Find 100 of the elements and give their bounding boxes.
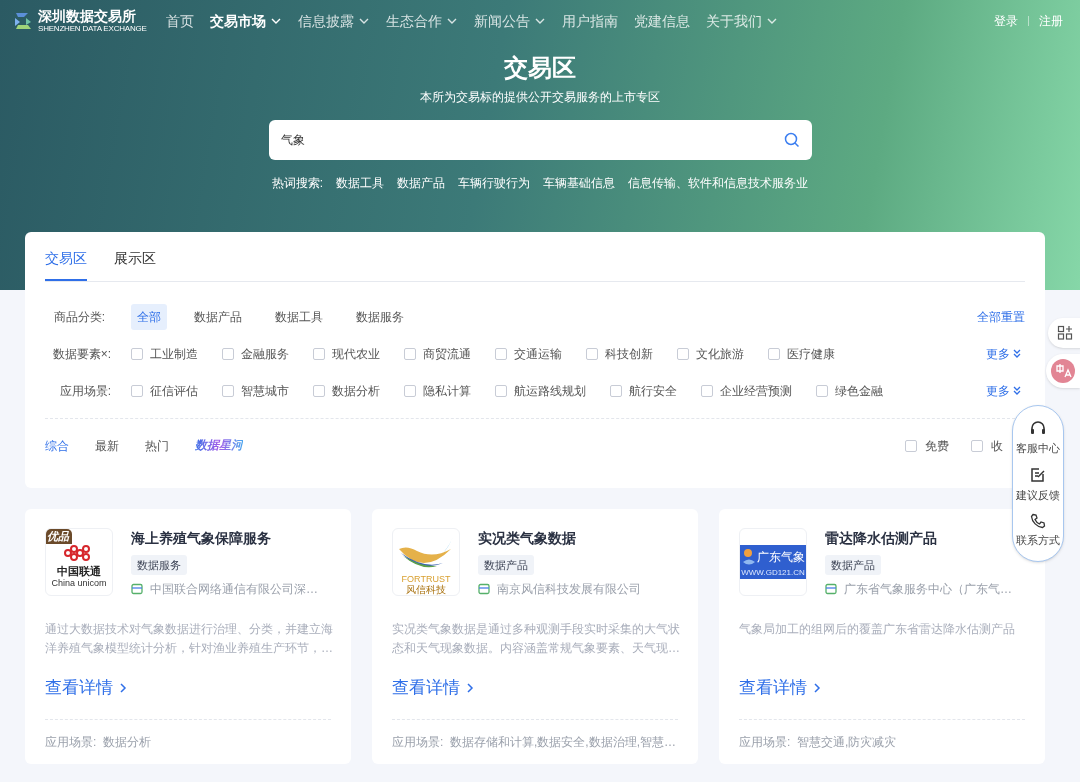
apps-icon bbox=[1057, 325, 1073, 341]
sort-option[interactable]: 热门 bbox=[145, 436, 169, 456]
logo-subtitle: SHENZHEN DATA EXCHANGE bbox=[38, 25, 147, 33]
category-option[interactable]: 数据服务 bbox=[350, 304, 410, 330]
checkbox[interactable] bbox=[971, 440, 983, 452]
more-link[interactable]: 更多 bbox=[986, 382, 1022, 400]
nav-link[interactable]: 首页 bbox=[166, 10, 194, 32]
chevron-right-icon bbox=[466, 681, 474, 694]
option-label[interactable]: 隐私计算 bbox=[423, 382, 471, 400]
logo-icon bbox=[12, 10, 34, 32]
application-scenes: 应用场景: 数据存储和计算,数据安全,数据治理,智慧… bbox=[392, 733, 677, 751]
option-label[interactable]: 金融服务 bbox=[241, 345, 289, 363]
checkbox[interactable] bbox=[816, 385, 828, 397]
shop-icon bbox=[131, 583, 143, 595]
hot-word-link[interactable]: 车辆基础信息 bbox=[543, 174, 616, 192]
checkbox[interactable] bbox=[768, 348, 780, 360]
option-label[interactable]: 数据分析 bbox=[332, 382, 380, 400]
option-label[interactable]: 征信评估 bbox=[150, 382, 198, 400]
chevron-right-icon bbox=[119, 681, 127, 694]
more-link[interactable]: 更多 bbox=[986, 345, 1022, 363]
filter-label: 数据要素×: bbox=[51, 346, 112, 363]
headset-icon bbox=[1029, 418, 1047, 437]
category-option[interactable]: 数据工具 bbox=[269, 304, 329, 330]
nav-link[interactable]: 信息披露 bbox=[298, 10, 370, 32]
checkbox[interactable] bbox=[131, 348, 143, 360]
language-button[interactable] bbox=[1046, 354, 1080, 388]
option-label[interactable]: 航行安全 bbox=[629, 382, 677, 400]
option-label[interactable]: 文化旅游 bbox=[696, 345, 744, 363]
details-link[interactable]: 查看详情 bbox=[739, 675, 821, 701]
hot-word-link[interactable]: 数据工具 bbox=[336, 174, 385, 192]
checkbox[interactable] bbox=[313, 348, 325, 360]
product-description: 通过大数据技术对气象数据进行治理、分类，并建立海洋养殖气象模型统计分析，针对渔业养殖生产环节，… bbox=[45, 621, 334, 657]
checkbox[interactable] bbox=[610, 385, 622, 397]
search-field[interactable]: 气象 bbox=[268, 120, 812, 160]
badge: 优品 bbox=[46, 529, 72, 544]
checkbox[interactable] bbox=[701, 385, 713, 397]
checkbox[interactable] bbox=[586, 348, 598, 360]
support-menu-item[interactable]: 联系方式 bbox=[1016, 531, 1060, 549]
option-label[interactable]: 工业制造 bbox=[150, 345, 198, 363]
nav-link[interactable]: 交易市场 bbox=[210, 10, 282, 32]
company-name: 中国联合网络通信有限公司深… bbox=[150, 581, 318, 598]
product-title[interactable]: 海上养殖气象保障服务 bbox=[131, 528, 318, 548]
checkbox[interactable] bbox=[677, 348, 689, 360]
option-label[interactable]: 绿色金融 bbox=[835, 382, 883, 400]
logo-title: 深圳数据交易所 bbox=[38, 9, 137, 23]
nav-link[interactable]: 新闻公告 bbox=[474, 10, 546, 32]
phone-icon bbox=[1030, 512, 1046, 529]
product-title[interactable]: 雷达降水估测产品 bbox=[825, 528, 1012, 548]
category-option[interactable]: 数据产品 bbox=[188, 304, 248, 330]
checkbox[interactable] bbox=[222, 385, 234, 397]
sort-option[interactable]: 最新 bbox=[95, 436, 119, 456]
checkbox[interactable] bbox=[131, 385, 143, 397]
nav-link[interactable]: 用户指南 bbox=[562, 10, 618, 32]
details-link[interactable]: 查看详情 bbox=[45, 675, 127, 701]
category-option[interactable]: 全部 bbox=[131, 304, 167, 330]
checkbox[interactable] bbox=[404, 348, 416, 360]
option-label[interactable]: 医疗健康 bbox=[787, 345, 835, 363]
option-label[interactable]: 科技创新 bbox=[605, 345, 653, 363]
tab[interactable]: 交易区 bbox=[45, 248, 87, 281]
application-scenes: 应用场景: 智慧交通,防灾减灾 bbox=[739, 733, 898, 751]
tab[interactable]: 展示区 bbox=[114, 248, 156, 281]
search-icon[interactable] bbox=[783, 132, 800, 148]
nav-link[interactable]: 生态合作 bbox=[386, 10, 458, 32]
checkbox[interactable] bbox=[222, 348, 234, 360]
checkbox[interactable] bbox=[404, 385, 416, 397]
apps-button[interactable] bbox=[1048, 318, 1080, 348]
company-logo: FORTRUST 风信科技 bbox=[393, 529, 459, 595]
product-title[interactable]: 实况类气象数据 bbox=[478, 528, 641, 548]
option-label[interactable]: 商贸流通 bbox=[423, 345, 471, 363]
reset-link[interactable]: 全部重置 bbox=[977, 308, 1025, 326]
company-name: 广东省气象服务中心（广东气… bbox=[844, 581, 1012, 598]
category-tag: 数据产品 bbox=[825, 555, 881, 575]
option-label[interactable]: 现代农业 bbox=[332, 345, 380, 363]
checkbox[interactable] bbox=[905, 440, 917, 452]
hot-words-label: 热词搜索: bbox=[271, 175, 324, 192]
application-scenes: 应用场景: 数据分析 bbox=[45, 733, 152, 751]
checkbox[interactable] bbox=[495, 348, 507, 360]
filter-label: 商品分类: bbox=[52, 309, 106, 326]
hot-word-link[interactable]: 车辆行驶行为 bbox=[458, 174, 531, 192]
feedback-icon bbox=[1029, 465, 1047, 484]
company-name: 南京风信科技发展有限公司 bbox=[497, 581, 641, 598]
option-label[interactable]: 收 bbox=[991, 437, 1003, 455]
details-link[interactable]: 查看详情 bbox=[392, 675, 474, 701]
checkbox[interactable] bbox=[313, 385, 325, 397]
sort-option[interactable]: 综合 bbox=[45, 436, 69, 456]
support-menu-item[interactable]: 建议反馈 bbox=[1016, 486, 1060, 504]
shop-icon bbox=[478, 583, 490, 595]
checkbox[interactable] bbox=[495, 385, 507, 397]
hot-word-link[interactable]: 信息传输、软件和信息技术服务业 bbox=[628, 174, 809, 192]
option-label[interactable]: 企业经营预测 bbox=[720, 382, 792, 400]
option-label[interactable]: 智慧城市 bbox=[241, 382, 289, 400]
support-menu-item[interactable]: 客服中心 bbox=[1016, 439, 1060, 457]
chevron-right-icon bbox=[813, 681, 821, 694]
filter-label: 应用场景: bbox=[58, 383, 112, 400]
hot-word-link[interactable]: 数据产品 bbox=[397, 174, 446, 192]
page-subtitle: 本所为交易标的提供公开交易服务的上市专区 bbox=[420, 89, 660, 106]
double-chevron-icon bbox=[1012, 386, 1022, 396]
option-label[interactable]: 航运路线规划 bbox=[514, 382, 586, 400]
option-label[interactable]: 交通运输 bbox=[514, 345, 562, 363]
option-label[interactable]: 免费 bbox=[925, 437, 949, 455]
